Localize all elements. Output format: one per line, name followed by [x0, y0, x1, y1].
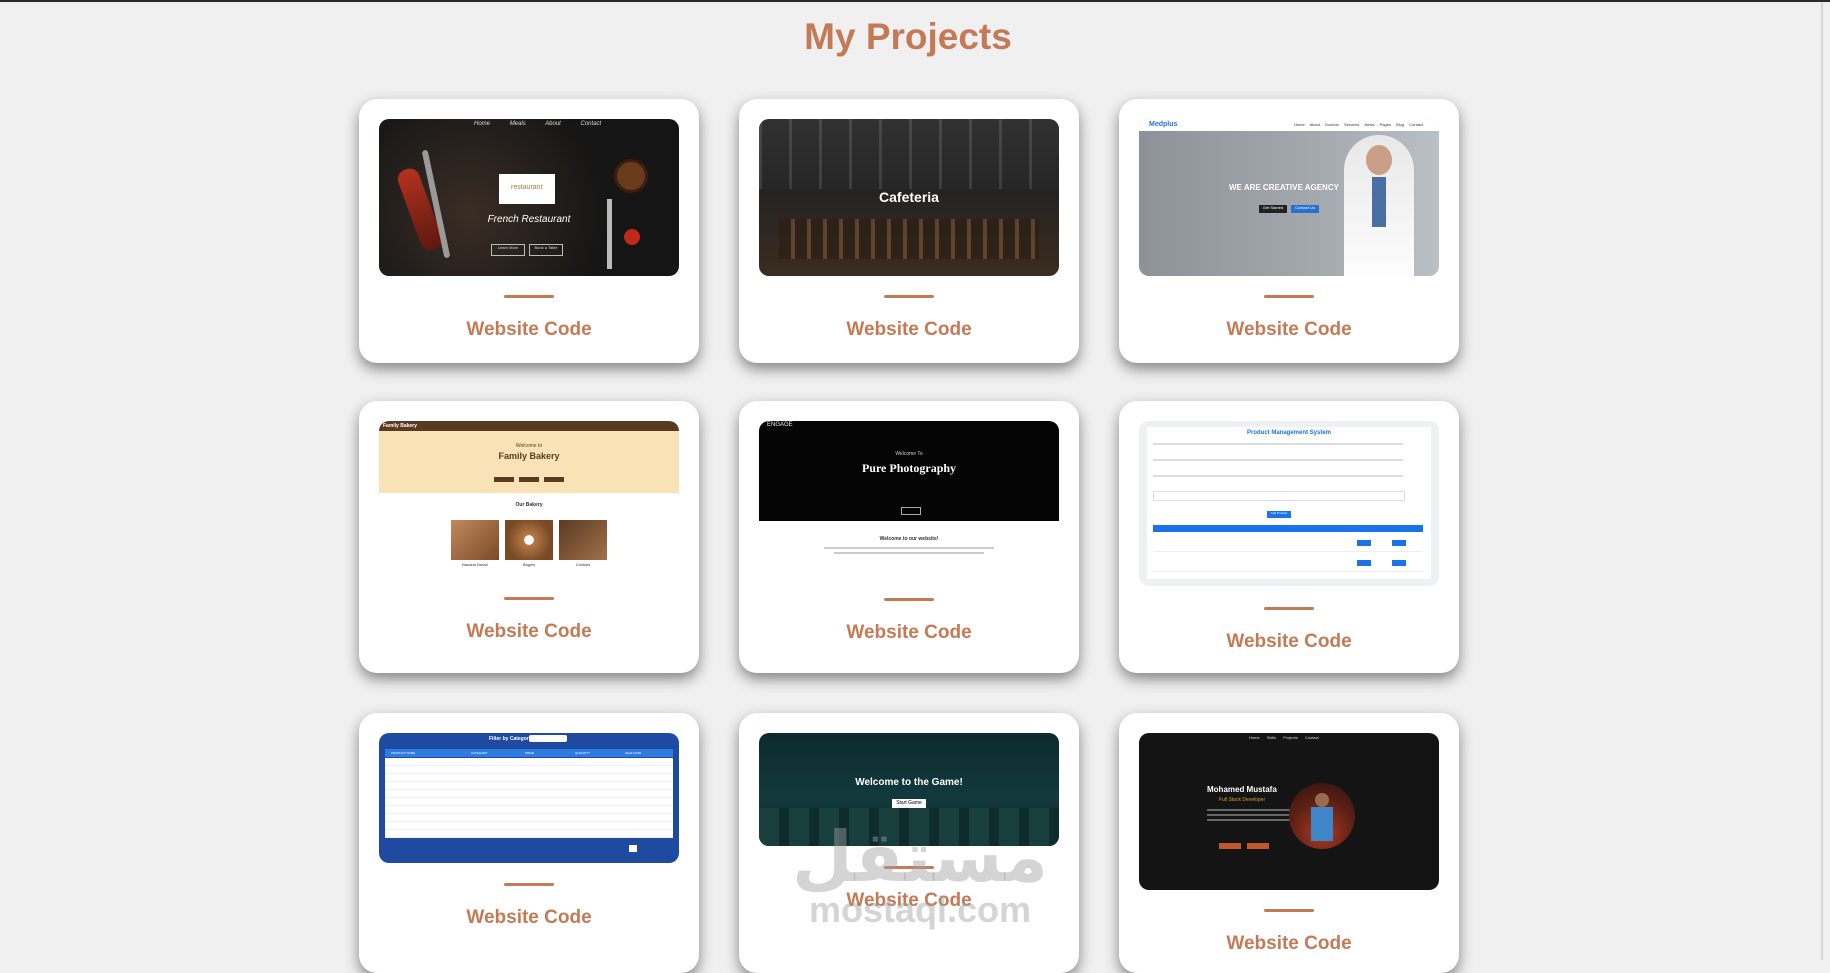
- project-card: Home Meals About Contact restaurant Fren…: [359, 99, 699, 363]
- table-header: PRODUCT NAME CATEGORY PRICE QUANTITY SAL…: [385, 749, 673, 757]
- preview-heading: Cafeteria: [879, 189, 939, 205]
- page-scrollbar[interactable]: [1816, 2, 1830, 960]
- website-code-link[interactable]: Website Code: [739, 319, 1079, 341]
- project-preview-image[interactable]: Product Management System Add Product: [1139, 421, 1439, 586]
- project-preview-image[interactable]: Medplus Home About Doctors Services News…: [1139, 119, 1439, 276]
- preview-subheading: Welcome to our website!: [879, 536, 939, 542]
- project-card: Medplus Home About Doctors Services News…: [1119, 99, 1459, 363]
- project-card: Family Bakery Welcome to Family Bakery O…: [359, 401, 699, 673]
- project-card: Cafeteria Website Code: [739, 99, 1079, 363]
- item-label: Bagels: [522, 562, 536, 567]
- preview-hero: Welcome to Family Bakery: [379, 431, 679, 493]
- preview-nav: Home Meals About Contact: [474, 121, 602, 127]
- project-preview-image[interactable]: Cafeteria: [759, 119, 1059, 276]
- card-divider: [1264, 295, 1314, 298]
- item-label: Banana Bread: [462, 562, 488, 567]
- website-code-link[interactable]: Website Code: [1119, 319, 1459, 341]
- preview-button: Get Started: [1259, 205, 1287, 213]
- website-code-link[interactable]: Website Code: [1119, 933, 1459, 955]
- website-code-link[interactable]: Website Code: [359, 621, 699, 643]
- page-title: My Projects: [804, 16, 1012, 57]
- preview-hero: ENGAGE Welcome To Pure Photography: [759, 421, 1059, 521]
- preview-heading: French Restaurant: [487, 214, 571, 225]
- project-preview-image[interactable]: Home Skills Projects Contact Mohamed Mus…: [1139, 733, 1439, 890]
- website-code-link[interactable]: Website Code: [1119, 631, 1459, 653]
- preview-form: Product Management System Add Product: [1147, 427, 1431, 579]
- preview-button: Contact Us: [1291, 205, 1319, 213]
- website-code-link[interactable]: Website Code: [739, 622, 1079, 644]
- preview-button: Book a Table: [529, 244, 563, 256]
- window-frames: [759, 119, 1059, 189]
- project-card: Product Management System Add Product We…: [1119, 401, 1459, 673]
- bagel-image: [505, 520, 553, 560]
- restaurant-logo: restaurant: [499, 174, 555, 204]
- card-divider: [504, 295, 554, 298]
- table-body: [385, 758, 673, 838]
- website-code-link[interactable]: Website Code: [359, 319, 699, 341]
- spice-bowl-image: [614, 159, 648, 193]
- card-divider: [884, 866, 934, 869]
- preview-section-title: Our Bakery: [515, 502, 543, 508]
- cafe-tables: [779, 219, 1039, 259]
- cookies-image: [559, 520, 607, 560]
- project-card: Home Skills Projects Contact Mohamed Mus…: [1119, 713, 1459, 973]
- project-preview-image[interactable]: Family Bakery Welcome to Family Bakery O…: [379, 421, 679, 571]
- project-preview-image[interactable]: Welcome to the Game! Start Game: [759, 733, 1059, 846]
- preview-heading: Mohamed Mustafa: [1207, 785, 1277, 794]
- game-scenery: [759, 808, 1059, 846]
- preview-subheading: Full Stack Developer: [1219, 797, 1266, 803]
- project-preview-image[interactable]: ENGAGE Welcome To Pure Photography Welco…: [759, 421, 1059, 576]
- project-preview-image[interactable]: Home Meals About Contact restaurant Fren…: [379, 119, 679, 276]
- filter-label: Filter by Category: [489, 736, 532, 742]
- card-divider: [884, 295, 934, 298]
- project-preview-image[interactable]: Filter by Category PRODUCT NAME CATEGORY…: [379, 733, 679, 863]
- card-divider: [1264, 607, 1314, 610]
- website-code-link[interactable]: Website Code: [359, 907, 699, 929]
- card-divider: [504, 597, 554, 600]
- card-divider: [504, 883, 554, 886]
- website-code-link[interactable]: Website Code: [739, 890, 1079, 912]
- preview-button: Start Game: [892, 799, 926, 808]
- preview-navbar: Family Bakery: [379, 421, 679, 431]
- tomato-image: [624, 229, 640, 245]
- preview-heading: WE ARE CREATIVE AGENCY: [1229, 183, 1339, 192]
- doctor-image: [1344, 135, 1414, 276]
- item-label: Cookies: [575, 562, 591, 567]
- profile-photo: [1289, 783, 1355, 849]
- project-card: Filter by Category PRODUCT NAME CATEGORY…: [359, 713, 699, 973]
- bread-image: [451, 520, 499, 560]
- card-divider: [1264, 909, 1314, 912]
- card-divider: [884, 598, 934, 601]
- knife-image: [607, 199, 612, 269]
- preview-nav: Home Skills Projects Contact: [1249, 735, 1319, 740]
- project-card: ENGAGE Welcome To Pure Photography Welco…: [739, 401, 1079, 673]
- preview-button: Learn More: [491, 244, 525, 256]
- project-card: Welcome to the Game! Start Game Website …: [739, 713, 1079, 973]
- preview-navbar: Medplus Home About Doctors Services News…: [1139, 119, 1439, 131]
- scrollbar-track[interactable]: [1821, 2, 1823, 960]
- preview-heading: Welcome to the Game!: [855, 777, 963, 788]
